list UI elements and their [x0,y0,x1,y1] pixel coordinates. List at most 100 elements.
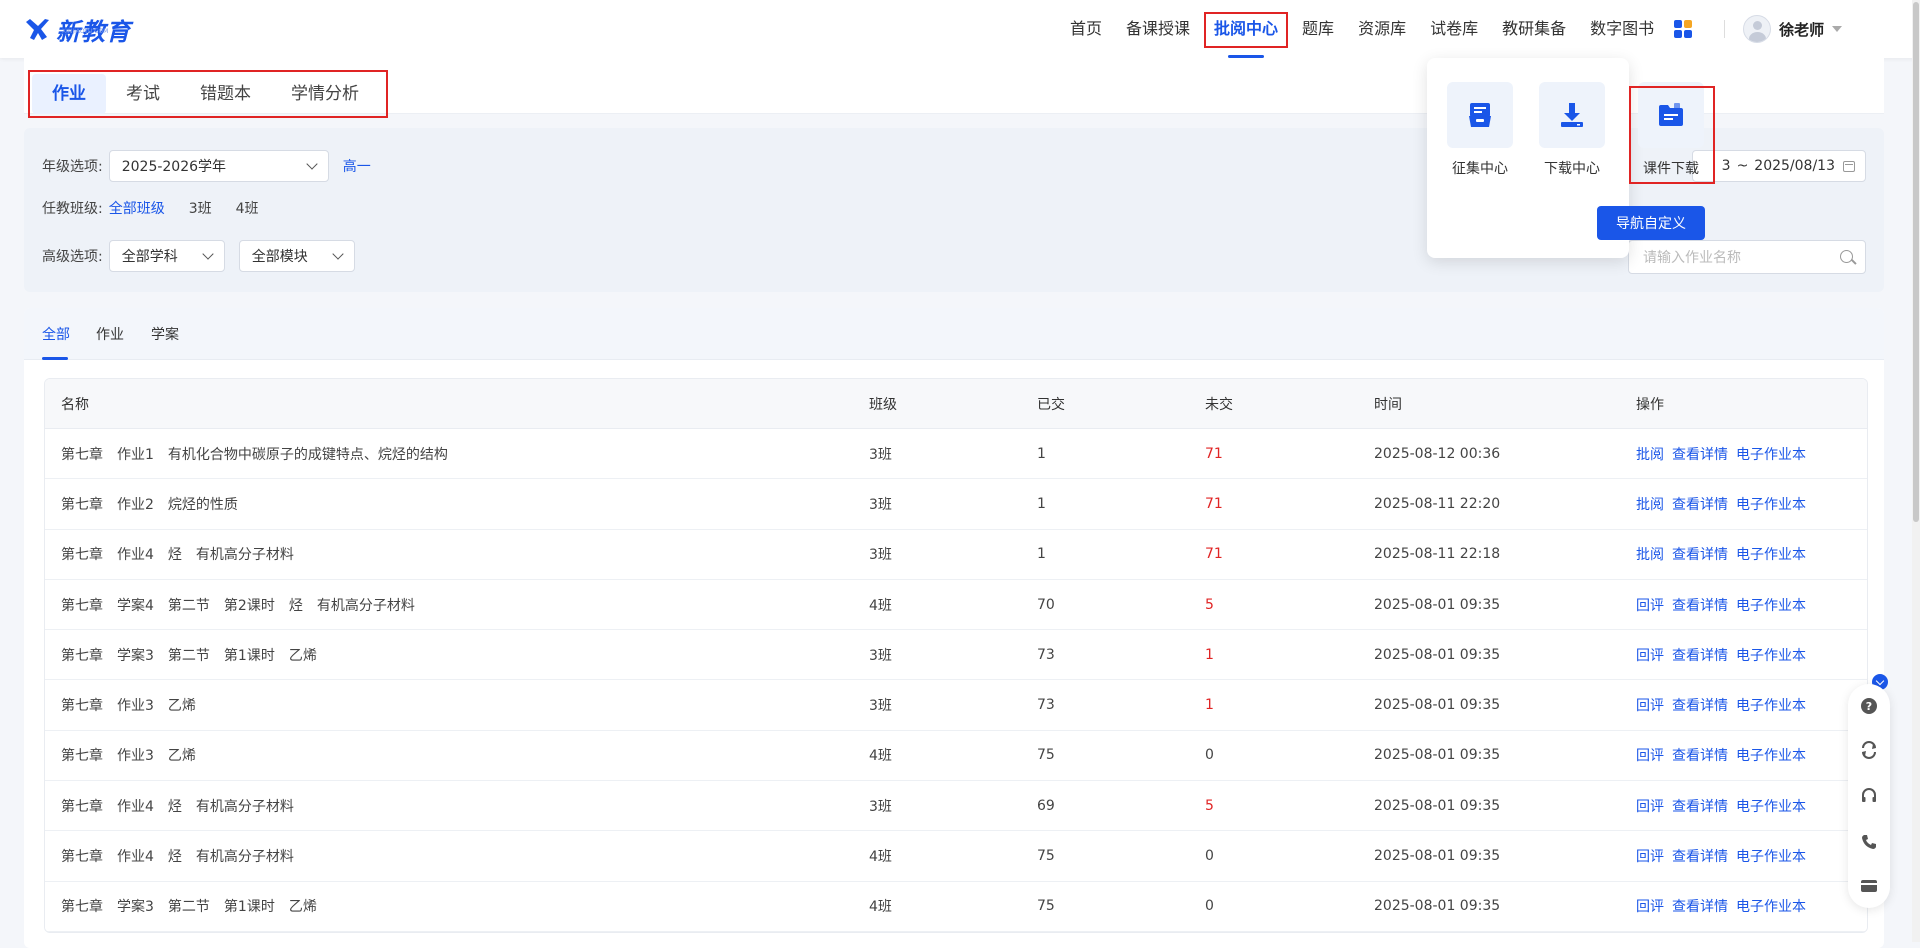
table-row: 第七章 作业2 烷烃的性质 3班 1 71 2025-08-11 22:20 批阅 查看详情… [45,479,1867,530]
calendar-icon [1843,161,1855,172]
grade-action-link[interactable]: 回评 [1636,645,1664,665]
row-name: 第七章 学案3 第二节 第1课时 乙烯 [61,899,317,916]
tab-learning-analysis[interactable]: 学情分析 [271,74,379,114]
row-name: 第七章 作业1 有机化合物中碳原子的成键特点、烷烃的结构 [61,446,448,463]
view-details-link[interactable]: 查看详情 [1672,745,1728,765]
row-submitted: 75 [1037,747,1055,764]
row-class: 3班 [869,647,892,664]
row-submitted: 75 [1037,848,1055,865]
nav-resource-library[interactable]: 资源库 [1346,0,1418,58]
nav-digital-books[interactable]: 数字图书 [1578,0,1666,58]
e-workbook-link[interactable]: 电子作业本 [1736,544,1806,564]
search-icon[interactable] [1840,250,1853,263]
tab-exam[interactable]: 考试 [106,74,180,114]
row-time: 2025-08-11 22:20 [1374,495,1501,512]
year-select[interactable]: 2025-2026学年 [108,150,329,182]
nav-lesson-prep[interactable]: 备课授课 [1114,0,1202,58]
view-details-link[interactable]: 查看详情 [1672,444,1728,464]
row-time: 2025-08-01 09:35 [1374,646,1501,663]
view-details-link[interactable]: 查看详情 [1672,796,1728,816]
e-workbook-link[interactable]: 电子作业本 [1736,444,1806,464]
subtab-homework[interactable]: 作业 [96,324,124,344]
e-workbook-link[interactable]: 电子作业本 [1736,695,1806,715]
floating-toolbar: ? [1848,684,1890,908]
row-name: 第七章 作业3 乙烯 [61,748,196,765]
row-time: 2025-08-12 00:36 [1374,445,1501,462]
e-workbook-link[interactable]: 电子作业本 [1736,595,1806,615]
grade-action-link[interactable]: 回评 [1636,695,1664,715]
subtab-all[interactable]: 全部 [42,324,70,344]
help-icon[interactable]: ? [1859,696,1879,716]
row-unsubmitted: 1 [1205,697,1214,714]
grade-action-link[interactable]: 批阅 [1636,544,1664,564]
table-row: 第七章 作业3 乙烯 4班 75 0 2025-08-01 09:35 回评 查看详情 电子作… [45,730,1867,782]
e-workbook-link[interactable]: 电子作业本 [1736,745,1806,765]
row-actions: 批阅 查看详情 电子作业本 [1636,544,1806,564]
row-name: 第七章 学案4 第二节 第2课时 烃 有机高分子材料 [61,597,415,614]
tab-mistake-book[interactable]: 错题本 [180,74,271,114]
row-submitted: 73 [1037,646,1055,663]
tab-homework[interactable]: 作业 [32,74,106,114]
customize-nav-button[interactable]: 导航自定义 [1597,206,1705,240]
class-option-3[interactable]: 3班 [189,198,212,218]
table-body: 第七章 作业1 有机化合物中碳原子的成键特点、烷烃的结构 3班 1 71 2025-08… [45,429,1867,932]
phone-icon[interactable] [1859,832,1879,852]
nav-paper-library[interactable]: 试卷库 [1418,0,1490,58]
refresh-icon[interactable] [1859,740,1879,760]
module-select[interactable]: 全部模块 [238,240,355,272]
row-actions: 回评 查看详情 电子作业本 [1636,595,1806,615]
view-details-link[interactable]: 查看详情 [1672,846,1728,866]
row-actions: 回评 查看详情 电子作业本 [1636,796,1806,816]
row-unsubmitted: 71 [1205,495,1223,512]
e-workbook-link[interactable]: 电子作业本 [1736,796,1806,816]
scrollbar-thumb[interactable] [1913,2,1919,522]
e-workbook-link[interactable]: 电子作业本 [1736,494,1806,514]
nav-divider [1724,20,1726,38]
row-name: 第七章 作业4 烃 有机高分子材料 [61,547,294,564]
e-workbook-link[interactable]: 电子作业本 [1736,896,1806,916]
view-details-link[interactable]: 查看详情 [1672,595,1728,615]
nav-grading-center[interactable]: 批阅中心 [1202,0,1290,58]
view-details-link[interactable]: 查看详情 [1672,645,1728,665]
grade-action-link[interactable]: 回评 [1636,745,1664,765]
apps-grid-icon[interactable] [1674,20,1693,38]
view-details-link[interactable]: 查看详情 [1672,896,1728,916]
e-workbook-link[interactable]: 电子作业本 [1736,645,1806,665]
subject-select[interactable]: 全部学科 [108,240,225,272]
nav-research-prep[interactable]: 教研集备 [1490,0,1578,58]
class-option-all[interactable]: 全部班级 [109,198,165,218]
subtab-study-guide[interactable]: 学案 [151,324,179,344]
grade-action-link[interactable]: 回评 [1636,595,1664,615]
date-range-picker[interactable]: 3 ~ 2025/08/13 [1692,150,1866,182]
caret-down-icon [1832,26,1843,32]
grade-option[interactable]: 高一 [343,156,371,176]
view-details-link[interactable]: 查看详情 [1672,544,1728,564]
grade-action-link[interactable]: 回评 [1636,896,1664,916]
row-actions: 批阅 查看详情 电子作业本 [1636,494,1806,514]
popup-item-collect-center[interactable]: 征集中心 [1445,82,1515,178]
advanced-label: 高级选项: [42,249,103,265]
grade-action-link[interactable]: 回评 [1636,796,1664,816]
page-scrollbar[interactable] [1912,0,1920,942]
user-menu[interactable]: 徐老师 [1743,15,1843,43]
nav-question-bank[interactable]: 题库 [1290,0,1346,58]
card-icon[interactable] [1859,876,1879,896]
headset-icon[interactable] [1859,786,1879,806]
view-details-link[interactable]: 查看详情 [1672,695,1728,715]
view-details-link[interactable]: 查看详情 [1672,494,1728,514]
row-class: 4班 [869,899,892,916]
popup-label: 征集中心 [1452,161,1508,177]
chevron-down-icon [332,248,344,260]
logo-mark-icon [26,18,49,40]
grade-action-link[interactable]: 批阅 [1636,444,1664,464]
sub-tabs-bar: 全部 作业 学案 [24,308,1884,360]
e-workbook-link[interactable]: 电子作业本 [1736,846,1806,866]
popup-item-download-center[interactable]: 下载中心 [1537,82,1607,178]
row-submitted: 70 [1037,596,1055,613]
grade-action-link[interactable]: 回评 [1636,846,1664,866]
search-input[interactable]: 请输入作业名称 [1628,240,1866,274]
grade-action-link[interactable]: 批阅 [1636,494,1664,514]
class-option-4[interactable]: 4班 [236,198,259,218]
nav-home[interactable]: 首页 [1058,0,1114,58]
table-header: 名称 班级 已交 未交 时间 操作 [45,379,1867,429]
